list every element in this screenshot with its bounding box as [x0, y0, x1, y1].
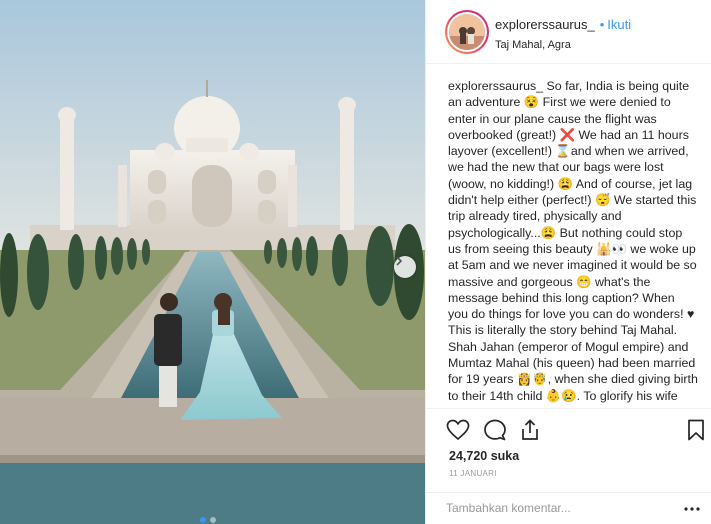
caption-scrollbar[interactable] [703, 76, 707, 410]
comment-icon[interactable] [483, 419, 507, 441]
carousel-indicator [200, 517, 216, 523]
share-icon[interactable] [519, 419, 541, 441]
post-caption: explorerssaurus_ So far, India is being … [448, 78, 698, 408]
post-details-panel: explorerssaurus_ • Ikuti Taj Mahal, Agra e… [425, 0, 711, 524]
follow-button[interactable]: Ikuti [607, 17, 631, 32]
carousel-dot [210, 517, 216, 523]
bookmark-icon[interactable] [687, 419, 705, 441]
avatar-story-ring[interactable] [445, 10, 489, 54]
heart-icon[interactable] [446, 419, 470, 441]
chevron-right-icon [396, 256, 403, 266]
avatar[interactable] [449, 14, 485, 50]
separator-bullet: • [599, 17, 605, 32]
caption-text: So far, India is being quite an adventur… [448, 79, 698, 403]
post-date[interactable]: 11 JANUARI [449, 469, 497, 478]
likes-count[interactable]: 24,720 suka [449, 449, 519, 463]
more-options-icon[interactable] [684, 507, 700, 511]
username-link[interactable]: explorerssaurus_ [495, 17, 595, 32]
comment-input[interactable] [446, 501, 676, 515]
post-header: explorerssaurus_ • Ikuti Taj Mahal, Agra [426, 0, 711, 64]
location-link[interactable]: Taj Mahal, Agra [495, 39, 631, 51]
caption-username[interactable]: explorerssaurus_ [448, 79, 543, 93]
post-photo[interactable] [0, 0, 425, 524]
comment-bar [426, 492, 711, 524]
next-slide-button[interactable] [394, 256, 416, 278]
carousel-dot [200, 517, 206, 523]
action-bar [426, 408, 711, 448]
taj-mahal-photo [0, 0, 425, 524]
